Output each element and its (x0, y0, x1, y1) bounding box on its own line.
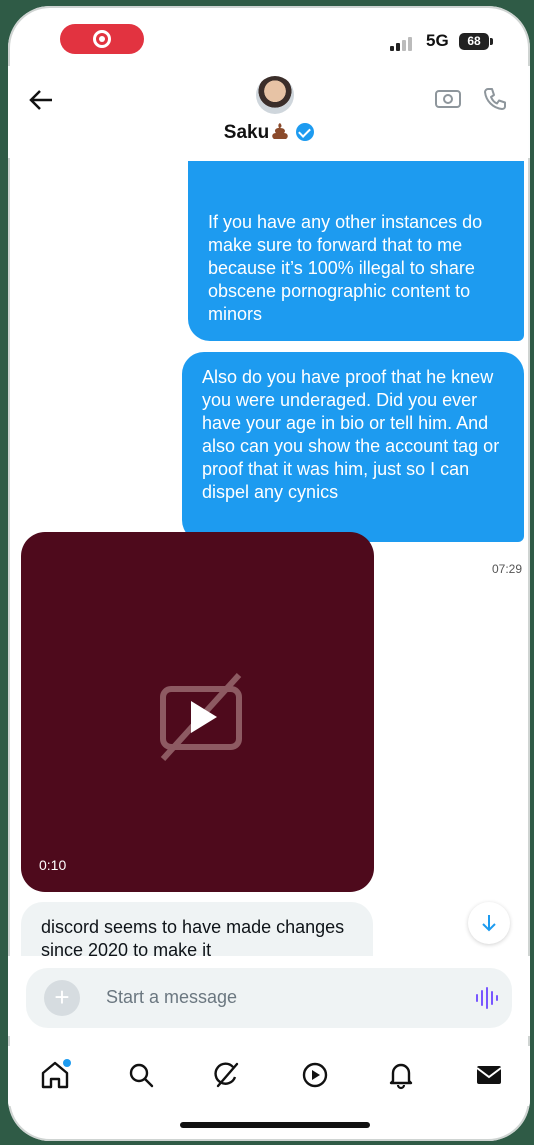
scroll-to-bottom-button[interactable] (468, 902, 510, 944)
bottom-tab-bar (8, 1046, 530, 1106)
phone-screen: 5G 68 If you have any other instances do… (8, 6, 530, 1141)
arrow-down-icon (482, 915, 496, 932)
message-composer[interactable]: + Start a message (26, 968, 512, 1028)
play-video-icon[interactable] (151, 667, 251, 767)
battery-icon: 68 (459, 33, 493, 50)
verified-badge-icon (296, 123, 315, 141)
messages-icon[interactable] (472, 1058, 506, 1092)
voice-message-icon[interactable] (474, 986, 500, 1010)
home-indicator[interactable] (180, 1122, 370, 1128)
home-icon[interactable] (38, 1058, 72, 1092)
screen-recording-indicator[interactable] (60, 24, 144, 54)
grok-icon[interactable] (210, 1058, 244, 1092)
message-outgoing[interactable]: Also do you have proof that he knew you … (182, 352, 524, 542)
avatar[interactable] (256, 76, 294, 114)
signal-icon (390, 37, 420, 51)
poop-emoji-icon (272, 123, 288, 139)
search-icon[interactable] (124, 1058, 158, 1092)
phone-call-icon[interactable] (482, 86, 508, 112)
add-attachment-button[interactable]: + (44, 980, 80, 1016)
message-input[interactable]: Start a message (106, 987, 237, 1008)
contact-name[interactable]: Saku (8, 122, 530, 144)
video-call-icon[interactable] (434, 88, 462, 110)
conversation[interactable]: If you have any other instances do make … (8, 66, 530, 982)
message-timestamp: 07:29 (491, 562, 522, 576)
notifications-icon[interactable] (384, 1058, 418, 1092)
video-duration: 0:10 (39, 857, 67, 873)
composer-bar: + Start a message (8, 956, 530, 1036)
video-icon[interactable] (298, 1058, 332, 1092)
back-arrow-icon[interactable] (28, 86, 56, 114)
message-outgoing[interactable]: If you have any other instances do make … (188, 161, 524, 341)
video-message[interactable]: 0:10 (21, 532, 374, 892)
conversation-header: Saku (8, 66, 530, 158)
contact-name-text: Saku (223, 122, 270, 143)
network-type: 5G (426, 31, 449, 50)
status-bar: 5G 68 (8, 6, 530, 66)
record-icon (93, 30, 111, 48)
